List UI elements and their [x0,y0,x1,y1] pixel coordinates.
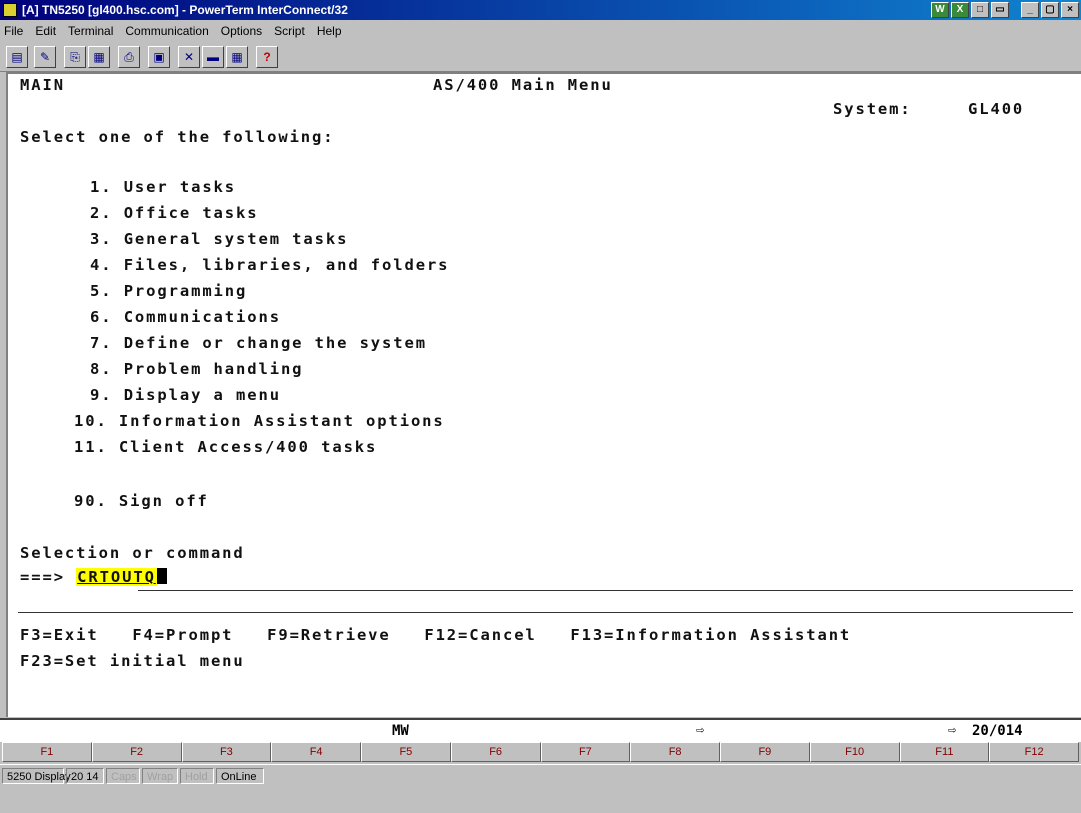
option-signoff[interactable]: 90. Sign off [74,492,209,510]
status-caps: Caps [106,768,140,784]
position-arrow-icon: ⇨ [948,722,957,738]
option-3[interactable]: 3. General system tasks [90,230,348,248]
tile-icon[interactable]: ▭ [991,2,1009,18]
menu-options[interactable]: Options [221,24,262,38]
grid-icon[interactable]: ▦ [226,46,248,68]
word-icon[interactable]: W [931,2,949,18]
excel-icon[interactable]: X [951,2,969,18]
status-mode: MW [392,723,409,739]
minimize-button[interactable]: _ [1021,2,1039,18]
arrow-icon: ⇨ [696,722,705,738]
window-title: [A] TN5250 [gl400.hsc.com] - PowerTerm I… [22,3,348,17]
app-icon[interactable] [3,3,17,17]
paste-icon[interactable]: ▦ [88,46,110,68]
tools-icon[interactable]: ✕ [178,46,200,68]
menu-help[interactable]: Help [317,24,342,38]
title-bar-buttons: W X □ ▭ _ ▢ × [931,2,1079,18]
menu-terminal[interactable]: Terminal [68,24,113,38]
option-9[interactable]: 9. Display a menu [90,386,281,404]
restore-small-icon[interactable]: □ [971,2,989,18]
window-title-bar[interactable]: [A] TN5250 [gl400.hsc.com] - PowerTerm I… [0,0,1081,20]
status-bar: 5250 Display 20 14 Caps Wrap Hold OnLine [0,764,1081,786]
fkey-f5[interactable]: F5 [361,742,451,762]
function-key-legend-1: F3=Exit F4=Prompt F9=Retrieve F12=Cancel… [20,626,852,644]
system-value: GL400 [968,100,1025,118]
menu-id: MAIN [20,76,65,94]
fkey-f3[interactable]: F3 [181,742,272,762]
function-key-legend-2: F23=Set initial menu [20,652,245,670]
text-cursor [156,568,167,584]
toolbar: ▤ ✎ ⎘ ▦ ⎙ ▣ ✕ ▬ ▦ ? [0,42,1081,72]
fkey-f2[interactable]: F2 [91,742,182,762]
function-key-bar: F1 F2 F3 F4 F5 F6 F7 F8 F9 F10 F11 F12 [2,742,1079,762]
select-prompt: Select one of the following: [20,128,335,146]
option-11[interactable]: 11. Client Access/400 tasks [74,438,377,456]
print-icon[interactable]: ▤ [6,46,28,68]
menu-edit[interactable]: Edit [35,24,56,38]
fkey-f1[interactable]: F1 [2,742,92,762]
fkey-f7[interactable]: F7 [540,742,631,762]
maximize-button[interactable]: ▢ [1041,2,1059,18]
fkey-f10[interactable]: F10 [809,742,900,762]
help-icon[interactable]: ? [256,46,278,68]
menu-bar: File Edit Terminal Communication Options… [0,20,1081,42]
fkey-f8[interactable]: F8 [630,742,720,762]
fkey-f9[interactable]: F9 [720,742,810,762]
edit-icon[interactable]: ✎ [34,46,56,68]
menu-script[interactable]: Script [274,24,305,38]
command-input[interactable]: CRTOUTQ [76,568,157,586]
option-1[interactable]: 1. User tasks [90,178,236,196]
screen-icon[interactable]: ▣ [148,46,170,68]
option-2[interactable]: 2. Office tasks [90,204,258,222]
menu-file[interactable]: File [4,24,23,38]
separator-line [18,612,1073,613]
command-arrow: ===> [20,568,65,586]
status-position: 20 14 [66,768,104,784]
copy-icon[interactable]: ⎘ [64,46,86,68]
option-8[interactable]: 8. Problem handling [90,360,303,378]
fkey-f6[interactable]: F6 [450,742,541,762]
status-wrap: Wrap [142,768,178,784]
command-line[interactable]: ===> CRTOUTQ [20,568,167,586]
command-underline [138,590,1073,591]
close-button[interactable]: × [1061,2,1079,18]
option-4[interactable]: 4. Files, libraries, and folders [90,256,449,274]
fkey-f11[interactable]: F11 [899,742,990,762]
option-5[interactable]: 5. Programming [90,282,247,300]
printer-icon[interactable]: ⎙ [118,46,140,68]
option-6[interactable]: 6. Communications [90,308,281,326]
cursor-position: 20/014 [972,723,1023,739]
system-label: System: [833,100,912,118]
terminal-screen[interactable]: MAIN AS/400 Main Menu System: GL400 Sele… [6,72,1081,717]
terminal-status-line: MW ⇨ ⇨ 20/014 [0,720,1081,742]
menu-communication[interactable]: Communication [125,24,208,38]
status-hold: Hold [180,768,214,784]
screen-title: AS/400 Main Menu [433,76,613,94]
selection-label: Selection or command [20,544,245,562]
fkey-f4[interactable]: F4 [271,742,361,762]
status-online: OnLine [216,768,264,784]
keyboard-icon[interactable]: ▬ [202,46,224,68]
option-10[interactable]: 10. Information Assistant options [74,412,445,430]
fkey-f12[interactable]: F12 [989,742,1079,762]
status-display-type: 5250 Display [2,768,71,784]
option-7[interactable]: 7. Define or change the system [90,334,427,352]
window-bottom [0,786,1081,813]
